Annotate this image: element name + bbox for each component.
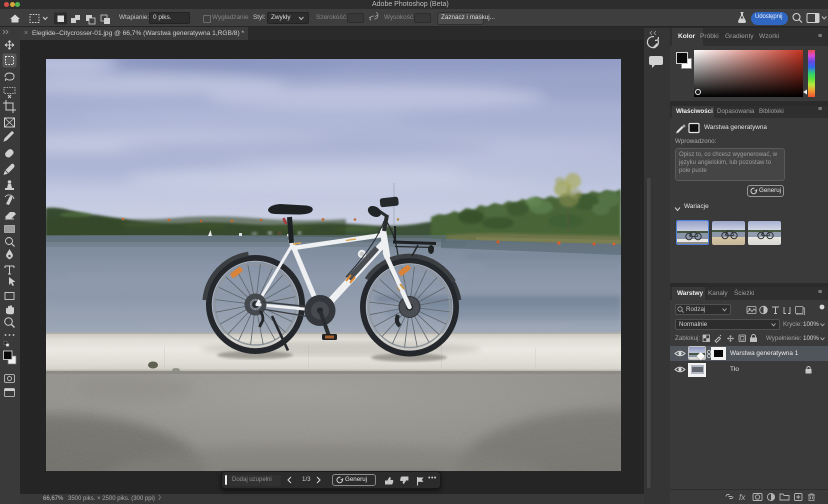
svg-text:fx: fx: [739, 493, 746, 502]
